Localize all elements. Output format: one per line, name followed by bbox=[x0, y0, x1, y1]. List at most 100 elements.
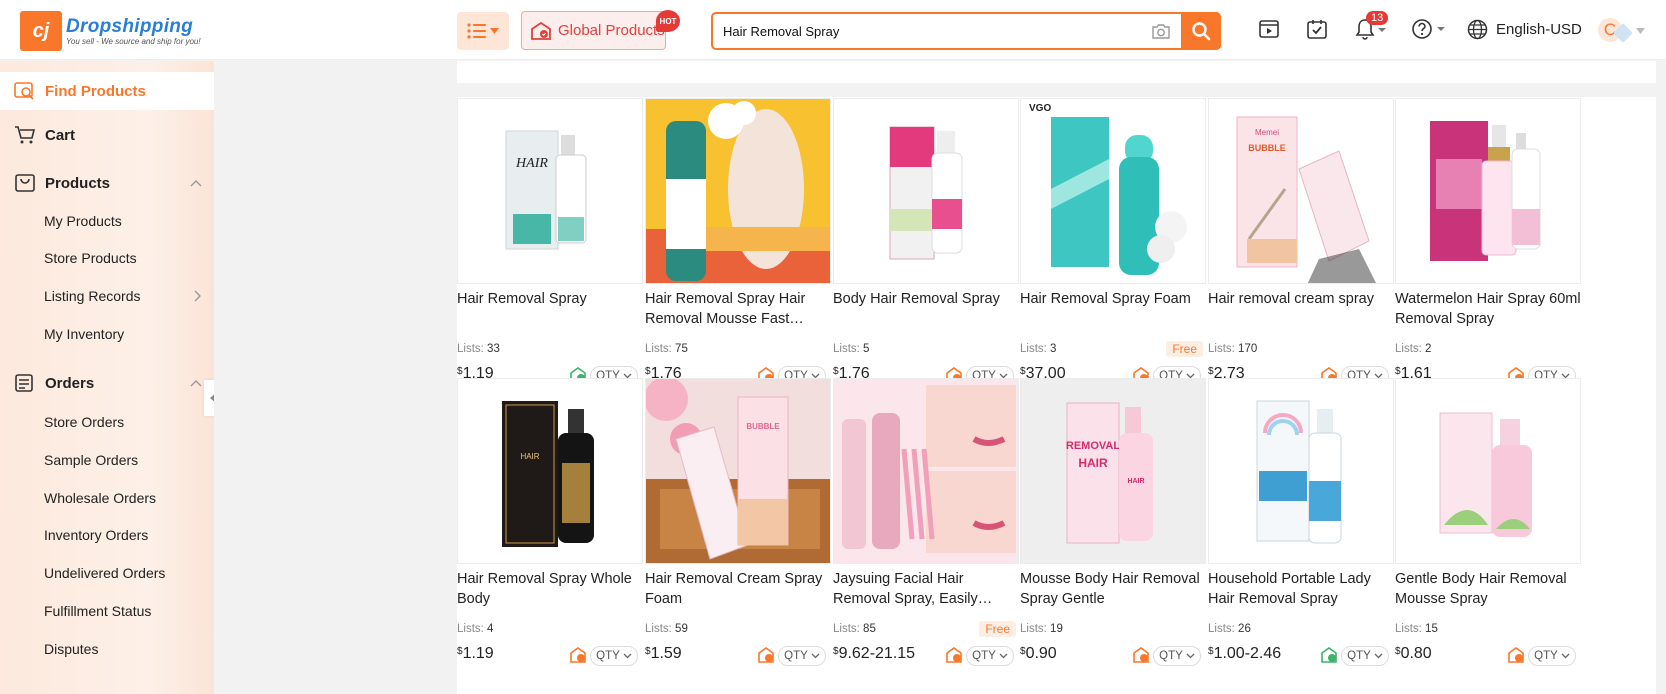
product-image[interactable] bbox=[833, 378, 1019, 564]
product-title[interactable]: Hair removal cream spray bbox=[1208, 289, 1396, 329]
product-title[interactable]: Jaysuing Facial Hair Removal Spray, Easi… bbox=[833, 569, 1021, 609]
lists-value: 170 bbox=[1238, 343, 1258, 355]
product-card[interactable]: Hair Removal Spray Hair Removal Mousse F… bbox=[638, 94, 831, 386]
product-card[interactable]: Jaysuing Facial Hair Removal Spray, Easi… bbox=[826, 374, 1019, 666]
sidebar-item-wholesale-orders[interactable]: Wholesale Orders bbox=[0, 480, 214, 516]
warehouse-stock-icon[interactable] bbox=[1320, 646, 1338, 664]
lists-value: 75 bbox=[675, 343, 688, 355]
product-image[interactable] bbox=[645, 98, 831, 284]
product-title[interactable]: Body Hair Removal Spray bbox=[833, 289, 1021, 329]
lists-label: Lists: bbox=[645, 343, 672, 355]
image-search-button[interactable] bbox=[1141, 14, 1181, 48]
search-button[interactable] bbox=[1181, 12, 1221, 50]
video-icon bbox=[1259, 20, 1279, 38]
search-bar bbox=[711, 12, 1221, 50]
product-image[interactable] bbox=[1395, 378, 1581, 564]
sidebar-item-fulfillment-status[interactable]: Fulfillment Status bbox=[0, 593, 214, 629]
qty-dropdown[interactable]: QTY bbox=[1528, 646, 1576, 666]
avatar-caret-icon[interactable] bbox=[1636, 28, 1645, 34]
help-button[interactable] bbox=[1411, 18, 1447, 45]
warehouse-stock-icon[interactable] bbox=[1132, 646, 1150, 664]
product-title[interactable]: Hair Removal Spray Foam bbox=[1020, 289, 1208, 329]
warehouse-stock-icon[interactable] bbox=[569, 646, 587, 664]
product-image[interactable]: REMOVAL HAIR HAIR bbox=[1020, 378, 1206, 564]
sidebar: Find Products Cart Products My Products … bbox=[0, 61, 214, 694]
orders-icon bbox=[13, 371, 37, 395]
warehouse-stock-icon[interactable] bbox=[1507, 646, 1525, 664]
sidebar-item-disputes[interactable]: Disputes bbox=[0, 631, 214, 667]
product-image[interactable]: HAIR bbox=[457, 378, 643, 564]
search-input[interactable] bbox=[713, 14, 1141, 48]
sidebar-item-products[interactable]: Products bbox=[0, 165, 214, 201]
product-card[interactable]: HAIR Hair Removal Spray Lists: 33 $1.19 QTY bbox=[450, 94, 643, 386]
lists-label: Lists: bbox=[645, 623, 672, 635]
product-image[interactable] bbox=[1395, 98, 1581, 284]
category-menu-button[interactable] bbox=[457, 12, 509, 50]
product-card[interactable]: Memei BUBBLE Hair removal cream spray Lists… bbox=[1201, 94, 1394, 386]
product-price: $9.62-21.15 bbox=[833, 645, 915, 663]
product-card[interactable]: Household Portable Lady Hair Removal Spr… bbox=[1201, 374, 1394, 666]
logo-tagline: You sell - We source and ship for you! bbox=[66, 37, 201, 46]
currency-symbol: $ bbox=[1020, 646, 1026, 657]
product-title[interactable]: Watermelon Hair Spray 60ml Removal Spray bbox=[1395, 289, 1583, 329]
qty-dropdown[interactable]: QTY bbox=[778, 646, 826, 666]
product-title[interactable]: Hair Removal Cream Spray Foam bbox=[645, 569, 833, 609]
product-title[interactable]: Hair Removal Spray Hair Removal Mousse F… bbox=[645, 289, 833, 329]
sidebar-item-inventory-orders[interactable]: Inventory Orders bbox=[0, 517, 214, 553]
product-card[interactable]: Gentle Body Hair Removal Mousse Spray Lis… bbox=[1388, 374, 1581, 666]
tasks-button[interactable] bbox=[1306, 18, 1328, 45]
lists-value: 26 bbox=[1238, 623, 1251, 635]
logo[interactable]: cj Dropshipping You sell - We source and… bbox=[20, 11, 201, 51]
lists-value: 3 bbox=[1050, 343, 1057, 355]
sidebar-item-undelivered-orders[interactable]: Undelivered Orders bbox=[0, 555, 214, 591]
warehouse-stock-icon[interactable] bbox=[945, 646, 963, 664]
product-lists-count: Lists: 33 bbox=[457, 343, 500, 355]
product-title[interactable]: Hair Removal Spray Whole Body bbox=[457, 569, 645, 609]
sidebar-item-store-orders[interactable]: Store Orders bbox=[0, 404, 214, 440]
svg-text:Memei: Memei bbox=[1255, 128, 1279, 137]
qty-dropdown[interactable]: QTY bbox=[590, 646, 638, 666]
video-button[interactable] bbox=[1258, 18, 1280, 45]
warehouse-stock-icon[interactable] bbox=[757, 646, 775, 664]
product-card[interactable]: REMOVAL HAIR HAIR Mousse Body Hair Removal … bbox=[1013, 374, 1206, 666]
price-value: 0.90 bbox=[1025, 645, 1057, 662]
product-title[interactable]: Household Portable Lady Hair Removal Spr… bbox=[1208, 569, 1396, 609]
qty-label: QTY bbox=[1159, 650, 1183, 662]
qty-dropdown[interactable]: QTY bbox=[966, 646, 1014, 666]
sidebar-item-my-inventory[interactable]: My Inventory bbox=[0, 316, 214, 352]
language-selector[interactable]: English-USD bbox=[1467, 19, 1582, 40]
chevron-up-icon bbox=[190, 380, 202, 387]
product-title[interactable]: Gentle Body Hair Removal Mousse Spray bbox=[1395, 569, 1583, 609]
sidebar-item-cart[interactable]: Cart bbox=[0, 117, 214, 153]
sidebar-item-orders[interactable]: Orders bbox=[0, 365, 214, 401]
lists-label: Lists: bbox=[457, 343, 484, 355]
qty-dropdown[interactable]: QTY bbox=[1341, 646, 1389, 666]
product-price: $1.19 bbox=[457, 645, 494, 663]
price-value: 1.00-2.46 bbox=[1213, 645, 1282, 662]
qty-dropdown[interactable]: QTY bbox=[1153, 646, 1201, 666]
product-title[interactable]: Mousse Body Hair Removal Spray Gentle bbox=[1020, 569, 1208, 609]
product-title[interactable]: Hair Removal Spray bbox=[457, 289, 645, 329]
product-lists-count: Lists: 5 bbox=[833, 343, 869, 355]
product-card[interactable]: VGO Hair Removal Spray Foam Lists: 3 Free $3… bbox=[1013, 94, 1206, 386]
product-card[interactable]: Body Hair Removal Spray Lists: 5 $1.76 QTY bbox=[826, 94, 1019, 386]
sidebar-item-find-products[interactable]: Find Products bbox=[0, 72, 214, 110]
product-image[interactable]: BUBBLE bbox=[645, 378, 831, 564]
sidebar-item-my-products[interactable]: My Products bbox=[0, 203, 214, 239]
product-image[interactable]: VGO bbox=[1020, 98, 1206, 284]
sidebar-item-label: Store Orders bbox=[44, 414, 125, 430]
product-image[interactable]: HAIR bbox=[457, 98, 643, 284]
global-products-button[interactable]: Global Products bbox=[521, 11, 666, 50]
sidebar-item-store-products[interactable]: Store Products bbox=[0, 240, 214, 276]
product-card[interactable]: BUBBLE Hair Removal Cream Spray Foam Lists… bbox=[638, 374, 831, 666]
caret-down-icon bbox=[490, 28, 499, 34]
product-image[interactable]: Memei BUBBLE bbox=[1208, 98, 1394, 284]
chevron-down-icon bbox=[1186, 653, 1195, 659]
top-navigation-bar: cj Dropshipping You sell - We source and… bbox=[0, 0, 1666, 60]
product-card[interactable]: HAIR Hair Removal Spray Whole Body Lists: … bbox=[450, 374, 643, 666]
sidebar-item-listing-records[interactable]: Listing Records bbox=[0, 278, 214, 314]
product-card[interactable]: Watermelon Hair Spray 60ml Removal Spray… bbox=[1388, 94, 1581, 386]
sidebar-item-sample-orders[interactable]: Sample Orders bbox=[0, 442, 214, 478]
product-image[interactable] bbox=[833, 98, 1019, 284]
product-image[interactable] bbox=[1208, 378, 1394, 564]
